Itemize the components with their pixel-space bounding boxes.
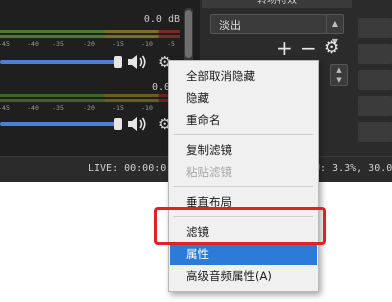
channel2-meter-right [0,99,180,102]
menu-separator [173,186,313,187]
menu-separator [173,134,313,135]
control-button[interactable] [358,44,392,64]
duration-spinbox[interactable]: ▲ ▼ [330,64,348,86]
scale-tick: -20 [83,40,95,48]
context-menu: 全部取消隐藏 隐藏 重命名 复制滤镜 粘贴滤镜 垂直布局 滤镜 属性 高级音频属… [168,60,319,292]
annotation-highlight-box [154,207,326,245]
scale-tick: -40 [27,104,39,112]
spin-down-icon[interactable]: ▼ [331,75,347,85]
scale-tick: -35 [52,40,64,48]
channel1-meter-right [0,35,180,38]
chevron-updown-icon: ▲ ▼ [326,15,343,46]
transition-select[interactable]: 淡出 ▲ ▼ [210,14,344,46]
scale-tick: -45 [0,40,10,48]
control-button[interactable] [358,96,392,116]
scale-tick: -40 [27,40,39,48]
control-button[interactable] [358,122,392,142]
spin-up-icon[interactable]: ▲ [331,65,347,75]
channel2-volume-slider[interactable] [0,122,120,126]
channel1-scale: -45 -40 -35 -20 -15 -10 -5 [0,40,180,49]
menu-item-hide[interactable]: 隐藏 [170,87,317,109]
menu-item-unhide-all[interactable]: 全部取消隐藏 [170,65,317,87]
speaker-icon[interactable] [126,54,148,70]
cpu-usage: U: 3.3%, 30.0 [314,163,392,174]
scrollbar-thumb[interactable] [185,10,192,58]
scale-tick: -10 [141,104,153,112]
scale-tick: -35 [52,104,64,112]
speaker-icon[interactable] [126,116,148,132]
scale-tick: -5 [167,40,175,48]
scale-tick: -15 [112,104,124,112]
channel2-scale: -45 -40 -35 -20 -15 -10 [0,104,180,113]
live-timer: LIVE: 00:00:0 [88,163,167,174]
channel1-slider-handle[interactable] [114,56,122,68]
menu-item-properties[interactable]: 属性 [170,243,317,265]
channel1-db-readout: 0.0 dB [143,14,180,25]
add-transition-button[interactable]: + [276,38,293,58]
remove-transition-button[interactable]: − [300,38,317,58]
menu-item-rename[interactable]: 重命名 [170,109,317,131]
scale-tick: -15 [112,40,124,48]
scale-tick: -20 [83,104,95,112]
transition-select-value: 淡出 [219,19,241,32]
menu-item-paste-filters: 粘贴滤镜 [186,165,232,179]
control-button[interactable] [358,70,392,90]
channel2-meter-left [0,94,180,97]
scale-tick: -45 [0,104,10,112]
transition-settings-gear-icon[interactable]: ⚙ [324,38,339,58]
controls-panel [354,0,392,156]
menu-item-copy-filters[interactable]: 复制滤镜 [170,139,317,161]
channel1-volume-slider[interactable] [0,60,120,64]
menu-item-advanced-audio-properties[interactable]: 高级音频属性(A) [170,265,317,287]
scale-tick: -10 [141,40,153,48]
control-button[interactable] [358,18,392,38]
channel1-meter-left [0,30,180,33]
transitions-header: 转场特效 [202,0,352,8]
channel2-slider-handle[interactable] [114,118,122,130]
